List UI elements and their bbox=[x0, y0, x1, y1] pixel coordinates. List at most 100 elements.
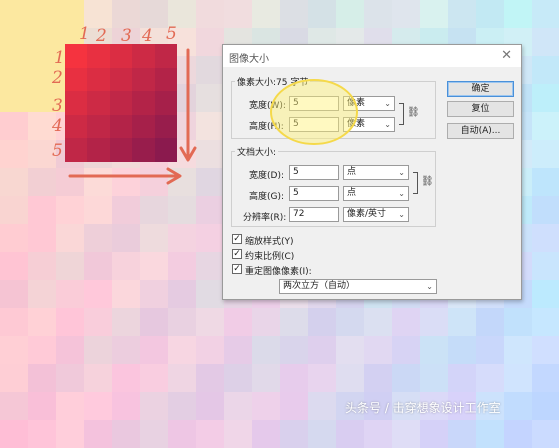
pixel-width-input[interactable]: 5 bbox=[289, 96, 339, 111]
pixel-height-input[interactable]: 5 bbox=[289, 117, 339, 132]
chevron-down-icon: ⌄ bbox=[398, 210, 405, 219]
grid-pixel bbox=[132, 138, 156, 163]
mosaic-tile bbox=[140, 364, 168, 392]
grid-pixel bbox=[132, 44, 156, 69]
auto-button[interactable]: 自动(A)... bbox=[447, 123, 514, 139]
grid-pixel bbox=[154, 114, 178, 139]
resolution-unit-value: 像素/英寸 bbox=[347, 209, 387, 219]
mosaic-tile bbox=[56, 308, 84, 336]
mosaic-tile bbox=[532, 364, 559, 392]
mosaic-tile bbox=[448, 420, 476, 448]
mosaic-tile bbox=[196, 392, 224, 420]
mosaic-tile bbox=[0, 252, 28, 280]
mosaic-tile bbox=[504, 0, 532, 28]
mosaic-tile bbox=[112, 252, 140, 280]
doc-link-bracket bbox=[413, 172, 418, 194]
mosaic-tile bbox=[140, 224, 168, 252]
mosaic-tile bbox=[196, 252, 224, 280]
mosaic-tile bbox=[0, 28, 28, 56]
grid-pixel bbox=[65, 114, 88, 139]
mosaic-tile bbox=[140, 336, 168, 364]
mosaic-tile bbox=[308, 336, 336, 364]
row-number-5: 5 bbox=[52, 141, 63, 161]
mosaic-tile bbox=[112, 0, 140, 28]
mosaic-tile bbox=[308, 420, 336, 448]
pixel-width-label: 宽度(W): bbox=[249, 101, 286, 111]
pixel-height-label: 高度(H): bbox=[249, 122, 284, 132]
mosaic-tile bbox=[336, 336, 364, 364]
mosaic-tile bbox=[112, 168, 140, 196]
mosaic-tile bbox=[476, 308, 504, 336]
mosaic-tile bbox=[0, 308, 28, 336]
mosaic-tile bbox=[280, 420, 308, 448]
mosaic-tile bbox=[112, 308, 140, 336]
mosaic-tile bbox=[280, 336, 308, 364]
mosaic-tile bbox=[168, 392, 196, 420]
mosaic-tile bbox=[140, 392, 168, 420]
grid-pixel bbox=[132, 67, 156, 92]
pixel-height-unit-select[interactable]: 像素 ⌄ bbox=[343, 117, 395, 132]
row-number-4: 4 bbox=[52, 116, 63, 136]
resolution-input[interactable]: 72 bbox=[289, 207, 339, 222]
mosaic-tile bbox=[56, 364, 84, 392]
pixel-width-unit-select[interactable]: 像素 ⌄ bbox=[343, 96, 395, 111]
doc-height-unit-select[interactable]: 点 ⌄ bbox=[343, 186, 409, 201]
mosaic-tile bbox=[532, 140, 559, 168]
grid-pixel bbox=[87, 44, 111, 69]
reset-button[interactable]: 复位 bbox=[447, 101, 514, 117]
chain-link-icon: ⛓ bbox=[421, 176, 434, 187]
chevron-down-icon: ⌄ bbox=[398, 168, 405, 177]
constrain-proportions-checkbox[interactable]: ✓ bbox=[232, 249, 242, 259]
mosaic-tile bbox=[364, 308, 392, 336]
resample-method-select[interactable]: 两次立方（自动） ⌄ bbox=[279, 279, 437, 294]
mosaic-tile bbox=[336, 420, 364, 448]
mosaic-tile bbox=[0, 196, 28, 224]
mosaic-tile bbox=[112, 392, 140, 420]
ok-button[interactable]: 确定 bbox=[447, 81, 514, 97]
mosaic-tile bbox=[336, 364, 364, 392]
mosaic-tile bbox=[196, 336, 224, 364]
mosaic-tile bbox=[336, 0, 364, 28]
grid-pixel bbox=[87, 114, 111, 139]
mosaic-tile bbox=[532, 0, 559, 28]
doc-width-input[interactable]: 5 bbox=[289, 165, 339, 180]
mosaic-tile bbox=[28, 420, 56, 448]
mosaic-tile bbox=[420, 364, 448, 392]
mosaic-tile bbox=[476, 420, 504, 448]
grid-pixel bbox=[109, 114, 133, 139]
mosaic-tile bbox=[504, 336, 532, 364]
mosaic-tile bbox=[392, 420, 420, 448]
pixel-width-unit-value: 像素 bbox=[347, 98, 366, 108]
mosaic-tile bbox=[140, 196, 168, 224]
resolution-unit-select[interactable]: 像素/英寸 ⌄ bbox=[343, 207, 409, 222]
mosaic-tile bbox=[112, 420, 140, 448]
doc-width-unit-select[interactable]: 点 ⌄ bbox=[343, 165, 409, 180]
mosaic-tile bbox=[0, 336, 28, 364]
resample-method-value: 两次立方（自动） bbox=[283, 281, 356, 291]
mosaic-tile bbox=[0, 84, 28, 112]
scale-styles-checkbox[interactable]: ✓ bbox=[232, 234, 242, 244]
mosaic-tile bbox=[308, 308, 336, 336]
mosaic-tile bbox=[196, 140, 224, 168]
column-number-5: 5 bbox=[166, 24, 177, 44]
scale-styles-label: 缩放样式(Y) bbox=[245, 237, 294, 247]
mosaic-tile bbox=[84, 364, 112, 392]
resample-checkbox[interactable]: ✓ bbox=[232, 264, 242, 274]
grid-pixel bbox=[87, 138, 111, 163]
mosaic-tile bbox=[532, 168, 559, 196]
mosaic-tile bbox=[84, 420, 112, 448]
mosaic-tile bbox=[168, 364, 196, 392]
mosaic-tile bbox=[196, 112, 224, 140]
doc-height-input[interactable]: 5 bbox=[289, 186, 339, 201]
close-icon[interactable]: ✕ bbox=[501, 48, 512, 63]
mosaic-tile bbox=[0, 140, 28, 168]
resample-label: 重定图像像素(I): bbox=[245, 267, 312, 277]
mosaic-tile bbox=[28, 252, 56, 280]
column-number-1: 1 bbox=[79, 24, 90, 44]
mosaic-tile bbox=[196, 168, 224, 196]
mosaic-tile bbox=[140, 308, 168, 336]
mosaic-tile bbox=[28, 392, 56, 420]
mosaic-tile bbox=[168, 252, 196, 280]
grid-pixel bbox=[109, 44, 133, 69]
mosaic-tile bbox=[252, 336, 280, 364]
